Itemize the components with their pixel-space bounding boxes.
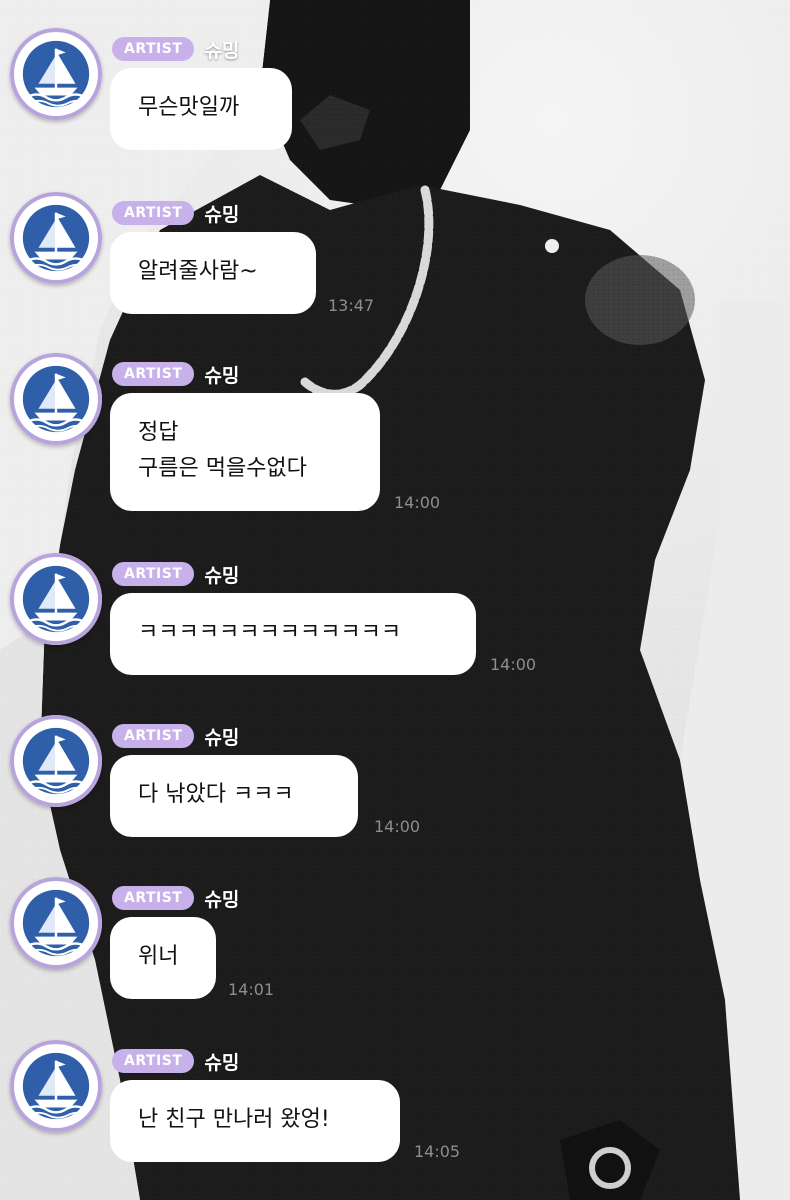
message-bubble[interactable]: 알려줄사람~ bbox=[110, 232, 316, 314]
timestamp: 14:00 bbox=[394, 493, 441, 512]
artist-badge: ARTIST bbox=[112, 1049, 195, 1073]
author-name: 슈밍 bbox=[204, 564, 240, 587]
timestamp: 13:47 bbox=[328, 296, 375, 315]
artist-badge: ARTIST bbox=[112, 724, 195, 748]
artist-badge: ARTIST bbox=[112, 37, 195, 61]
chat-log: ARTIST 슈밍 무슨맛일까 ARTIST 슈밍 알려줄사람~ 13:47 A… bbox=[0, 0, 790, 1200]
avatar[interactable] bbox=[10, 553, 102, 645]
message-bubble[interactable]: 정답 구름은 먹을수없다 bbox=[110, 393, 380, 511]
message-bubble[interactable]: 다 낚았다 ㅋㅋㅋ bbox=[110, 755, 358, 837]
timestamp: 14:05 bbox=[414, 1142, 461, 1161]
message-bubble[interactable]: 난 친구 만나러 왔엉! bbox=[110, 1080, 400, 1162]
author-name: 슈밍 bbox=[204, 888, 240, 911]
artist-badge: ARTIST bbox=[112, 886, 195, 910]
author-name: 슈밍 bbox=[204, 39, 240, 62]
author-name: 슈밍 bbox=[204, 203, 240, 226]
timestamp: 14:00 bbox=[374, 817, 421, 836]
avatar[interactable] bbox=[10, 715, 102, 807]
artist-badge: ARTIST bbox=[112, 562, 195, 586]
author-name: 슈밍 bbox=[204, 1051, 240, 1074]
timestamp: 14:00 bbox=[490, 655, 537, 674]
sailboat-icon bbox=[18, 36, 94, 112]
avatar[interactable] bbox=[10, 877, 102, 969]
sailboat-icon bbox=[18, 200, 94, 276]
avatar[interactable] bbox=[10, 353, 102, 445]
artist-badge: ARTIST bbox=[112, 362, 195, 386]
avatar[interactable] bbox=[10, 28, 102, 120]
sailboat-icon bbox=[18, 361, 94, 437]
sailboat-icon bbox=[18, 885, 94, 961]
avatar[interactable] bbox=[10, 1040, 102, 1132]
sailboat-icon bbox=[18, 1048, 94, 1124]
message-bubble[interactable]: ㅋㅋㅋㅋㅋㅋㅋㅋㅋㅋㅋㅋㅋ bbox=[110, 593, 476, 675]
sailboat-icon bbox=[18, 561, 94, 637]
sailboat-icon bbox=[18, 723, 94, 799]
timestamp: 14:01 bbox=[228, 980, 275, 999]
avatar[interactable] bbox=[10, 192, 102, 284]
author-name: 슈밍 bbox=[204, 726, 240, 749]
message-bubble[interactable]: 위너 bbox=[110, 917, 216, 999]
message-bubble[interactable]: 무슨맛일까 bbox=[110, 68, 292, 150]
artist-badge: ARTIST bbox=[112, 201, 195, 225]
author-name: 슈밍 bbox=[204, 364, 240, 387]
